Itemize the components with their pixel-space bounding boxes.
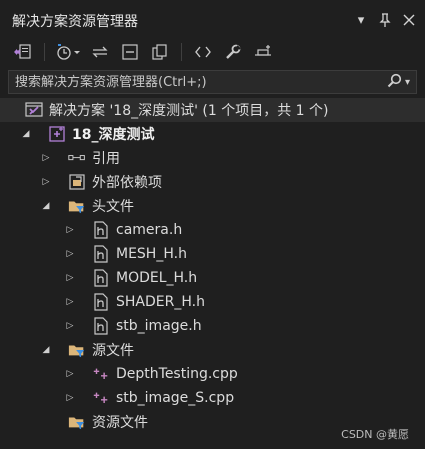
solution-switch-icon[interactable] — [10, 40, 36, 64]
header-folder-label: 头文件 — [92, 199, 134, 215]
tree-item-header-folder[interactable]: ◢ 头文件 — [0, 194, 425, 218]
chevron-down-icon: ▾ — [404, 76, 410, 88]
external-dependencies-icon — [68, 173, 86, 191]
file-label: MODEL_H.h — [116, 270, 198, 286]
view-code-icon[interactable] — [190, 40, 216, 64]
collapsed-arrow-icon[interactable]: ▷ — [62, 390, 78, 406]
properties-wrench-icon[interactable] — [220, 40, 246, 64]
solution-icon — [25, 101, 43, 119]
collapsed-arrow-icon[interactable]: ▷ — [62, 246, 78, 262]
file-label: camera.h — [116, 222, 183, 238]
filter-folder-icon — [68, 341, 86, 359]
tree-item-external-dependencies[interactable]: ▷ 外部依赖项 — [0, 170, 425, 194]
collapsed-arrow-icon[interactable]: ▷ — [62, 222, 78, 238]
file-label: stb_image_S.cpp — [116, 390, 235, 406]
search-input[interactable] — [9, 73, 387, 91]
panel-title: 解决方案资源管理器 — [12, 14, 138, 30]
filter-folder-icon — [68, 413, 86, 431]
solution-label: 解决方案 '18_深度测试' (1 个项目，共 1 个) — [49, 103, 329, 119]
file-label: DepthTesting.cpp — [116, 366, 238, 382]
external-dependencies-label: 外部依赖项 — [92, 175, 162, 191]
pin-icon[interactable] — [375, 10, 395, 30]
resource-folder-label: 资源文件 — [92, 415, 148, 431]
solution-explorer-toolbar — [0, 37, 425, 67]
tree-item-header-file[interactable]: ▷ stb_image.h — [0, 314, 425, 338]
collapsed-arrow-icon[interactable]: ▷ — [38, 150, 54, 166]
header-file-icon — [92, 293, 110, 311]
collapsed-arrow-icon[interactable]: ▷ — [62, 366, 78, 382]
file-label: MESH_H.h — [116, 246, 187, 262]
search-options[interactable]: ▾ — [387, 73, 416, 92]
close-icon[interactable] — [399, 10, 419, 30]
references-icon — [68, 149, 86, 167]
collapsed-arrow-icon[interactable]: ▷ — [62, 318, 78, 334]
solution-tree: 解决方案 '18_深度测试' (1 个项目，共 1 个) ◢ 18_深度测试 ▷… — [0, 98, 425, 434]
tree-item-source-file[interactable]: ▷ stb_image_S.cpp — [0, 386, 425, 410]
header-file-icon — [92, 221, 110, 239]
toolbar-separator — [181, 43, 182, 61]
project-label: 18_深度测试 — [72, 127, 155, 143]
collapse-all-icon[interactable] — [117, 40, 143, 64]
header-file-icon — [92, 245, 110, 263]
header-file-icon — [92, 317, 110, 335]
watermark: CSDN @黄愿 — [341, 428, 409, 441]
panel-title-bar: 解决方案资源管理器 ▾ — [0, 0, 425, 40]
filter-folder-icon — [68, 197, 86, 215]
history-icon[interactable] — [53, 40, 83, 64]
cpp-file-icon — [92, 389, 110, 407]
tree-item-source-file[interactable]: ▷ DepthTesting.cpp — [0, 362, 425, 386]
collapsed-arrow-icon[interactable]: ▷ — [62, 270, 78, 286]
sync-icon[interactable] — [87, 40, 113, 64]
tree-item-header-file[interactable]: ▷ SHADER_H.h — [0, 290, 425, 314]
tree-item-source-folder[interactable]: ◢ 源文件 — [0, 338, 425, 362]
expanded-arrow-icon[interactable]: ◢ — [38, 198, 54, 214]
tree-item-references[interactable]: ▷ 引用 — [0, 146, 425, 170]
cpp-project-icon — [48, 125, 66, 143]
search-box: ▾ — [8, 70, 417, 94]
tree-item-header-file[interactable]: ▷ camera.h — [0, 218, 425, 242]
tree-item-project[interactable]: ◢ 18_深度测试 — [0, 122, 425, 146]
expanded-arrow-icon[interactable]: ◢ — [38, 342, 54, 358]
file-label: SHADER_H.h — [116, 294, 205, 310]
tree-item-solution[interactable]: 解决方案 '18_深度测试' (1 个项目，共 1 个) — [0, 98, 425, 122]
collapsed-arrow-icon[interactable]: ▷ — [38, 174, 54, 190]
source-folder-label: 源文件 — [92, 343, 134, 359]
file-label: stb_image.h — [116, 318, 202, 334]
chevron-down-icon[interactable]: ▾ — [351, 10, 371, 30]
search-icon — [387, 73, 402, 92]
expanded-arrow-icon[interactable]: ◢ — [18, 126, 34, 142]
collapsed-arrow-icon[interactable]: ▷ — [62, 294, 78, 310]
cpp-file-icon — [92, 365, 110, 383]
references-label: 引用 — [92, 151, 120, 167]
preview-icon[interactable] — [250, 40, 276, 64]
tree-item-header-file[interactable]: ▷ MESH_H.h — [0, 242, 425, 266]
tree-item-header-file[interactable]: ▷ MODEL_H.h — [0, 266, 425, 290]
show-all-files-icon[interactable] — [147, 40, 173, 64]
toolbar-separator — [44, 43, 45, 61]
header-file-icon — [92, 269, 110, 287]
panel-controls: ▾ — [351, 10, 419, 30]
